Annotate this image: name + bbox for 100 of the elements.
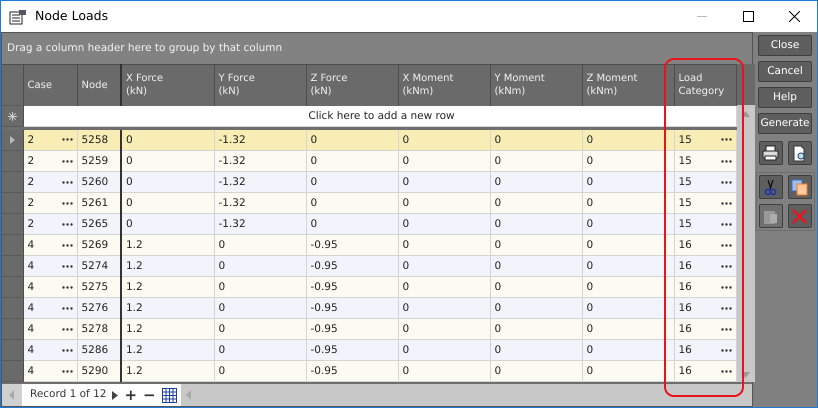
table-cell: 1.2 (126, 344, 143, 356)
table-cell: 0 (402, 239, 410, 251)
column-header[interactable]: Case (23, 64, 77, 106)
table-cell: 16 (678, 301, 692, 315)
add-record-button[interactable]: + (124, 388, 138, 402)
table-cell: 0 (494, 197, 502, 209)
table-cell: 5259 (82, 155, 108, 167)
ellipsis-icon[interactable] (62, 180, 72, 184)
ellipsis-icon[interactable] (720, 348, 732, 352)
dialog-button[interactable]: Cancel (758, 61, 812, 82)
ellipsis-icon[interactable] (720, 370, 732, 372)
table-row[interactable]: 4 5275 1.2 0 -0.95 0 0 0 16 (2, 276, 736, 298)
table-row[interactable]: 2 5261 0 -1.32 0 0 0 0 15 (2, 192, 736, 214)
table-cell: 2 (28, 175, 34, 189)
ellipsis-icon[interactable] (62, 222, 72, 226)
table-cell: 0 (402, 302, 410, 314)
ellipsis-icon[interactable] (720, 264, 732, 268)
table-cell: 0 (218, 323, 226, 335)
scroll-down-icon[interactable] (741, 372, 750, 378)
table-cell: 5274 (82, 260, 108, 272)
ellipsis-icon[interactable] (62, 286, 72, 288)
printer-button[interactable] (758, 141, 782, 165)
table-cell: 16 (678, 259, 692, 273)
table-cell: 5269 (82, 239, 108, 251)
dialog-button[interactable]: Help (758, 87, 812, 108)
ellipsis-icon[interactable] (720, 286, 732, 288)
column-header[interactable]: X Force (kN) (121, 64, 214, 106)
table-row[interactable]: 4 5269 1.2 0 -0.95 0 0 0 16 (2, 234, 736, 256)
table-cell: 0 (402, 344, 410, 356)
ellipsis-icon[interactable] (62, 264, 72, 268)
table-cell: 1.2 (126, 260, 143, 272)
table-cell: 2 (28, 196, 34, 210)
ellipsis-icon[interactable] (62, 202, 72, 204)
ellipsis-icon[interactable] (720, 222, 732, 226)
ellipsis-icon[interactable] (720, 306, 732, 310)
dialog-button[interactable]: Generate (758, 113, 812, 134)
table-cell: 2 (28, 154, 34, 168)
column-header[interactable]: Y Force (kN) (214, 64, 306, 106)
table-cell: 15 (678, 154, 692, 168)
table-cell: 4 (28, 364, 34, 378)
ellipsis-icon[interactable] (62, 370, 72, 372)
table-row[interactable]: 4 5286 1.2 0 -0.95 0 0 0 16 (2, 340, 736, 360)
ellipsis-icon[interactable] (720, 244, 732, 246)
table-row[interactable]: 4 5276 1.2 0 -0.95 0 0 0 16 (2, 298, 736, 318)
delete-icon (791, 208, 808, 224)
table-cell: 0 (494, 176, 502, 188)
table-row[interactable]: 2 5259 0 -1.32 0 0 0 0 15 (2, 150, 736, 172)
ellipsis-icon[interactable] (720, 202, 732, 204)
delete-record-button[interactable]: − (143, 388, 156, 402)
table-cell: 2 (28, 132, 34, 147)
table-row[interactable]: 2 5265 0 -1.32 0 0 0 0 15 (2, 214, 736, 234)
table-cell: 0 (586, 281, 594, 293)
maximize-icon[interactable] (742, 11, 754, 22)
column-header[interactable]: Y Moment (kNm) (490, 64, 582, 106)
ellipsis-icon[interactable] (62, 328, 72, 330)
column-header[interactable]: X Moment (kNm) (398, 64, 490, 106)
table-cell: 0 (126, 197, 133, 209)
delete-button[interactable] (788, 204, 812, 228)
table-cell: 15 (678, 196, 692, 210)
table-cell: 0 (494, 155, 502, 167)
ellipsis-icon[interactable] (720, 160, 732, 162)
document-magnifier-button[interactable] (788, 141, 812, 165)
table-cell: -0.95 (310, 323, 338, 335)
table-row[interactable]: 4 5290 1.2 0 -0.95 0 0 0 16 (2, 360, 736, 382)
ellipsis-icon[interactable] (62, 244, 72, 246)
table-cell: 1.2 (126, 281, 143, 293)
copy-button[interactable] (788, 175, 812, 199)
table-cell: 0 (218, 260, 226, 272)
ellipsis-icon[interactable] (62, 160, 72, 162)
scroll-up-icon[interactable] (741, 111, 750, 117)
grid-view-icon[interactable] (162, 388, 177, 402)
ellipsis-icon[interactable] (720, 180, 732, 184)
ellipsis-icon[interactable] (62, 348, 72, 352)
table-row[interactable]: 2 5258 0 -1.32 0 0 0 0 15 (2, 130, 736, 150)
table-row[interactable]: 4 5278 1.2 0 -0.95 0 0 0 16 (2, 318, 736, 340)
table-cell: 1.2 (126, 323, 143, 335)
column-header[interactable]: Load Category (674, 64, 736, 106)
close-icon[interactable] (788, 11, 800, 22)
table-cell: 16 (678, 322, 692, 336)
ellipsis-icon[interactable] (720, 328, 732, 330)
table-cell: 0 (494, 218, 502, 230)
table-cell: 0 (402, 134, 410, 146)
horizontal-scrollbar[interactable] (180, 384, 752, 406)
table-cell: -0.95 (310, 365, 338, 377)
ellipsis-icon[interactable] (62, 138, 72, 142)
next-record-icon[interactable] (112, 390, 118, 400)
table-cell: -1.32 (218, 218, 246, 230)
grid-form-icon (9, 8, 27, 24)
scissors-button[interactable] (758, 175, 782, 199)
table-cell: 0 (402, 176, 410, 188)
table-cell: 0 (126, 176, 133, 188)
dialog-button[interactable]: Close (758, 35, 812, 56)
new-row-prompt[interactable]: Click here to add a new row (23, 106, 736, 126)
column-header[interactable]: Z Moment (kNm) (582, 64, 674, 106)
table-row[interactable]: 2 5260 0 -1.32 0 0 0 0 15 (2, 172, 736, 192)
column-header[interactable]: Node (77, 64, 121, 106)
column-header[interactable]: Z Force (kN) (306, 64, 398, 106)
ellipsis-icon[interactable] (62, 306, 72, 310)
ellipsis-icon[interactable] (720, 138, 732, 142)
table-row[interactable]: 4 5274 1.2 0 -0.95 0 0 0 16 (2, 256, 736, 276)
